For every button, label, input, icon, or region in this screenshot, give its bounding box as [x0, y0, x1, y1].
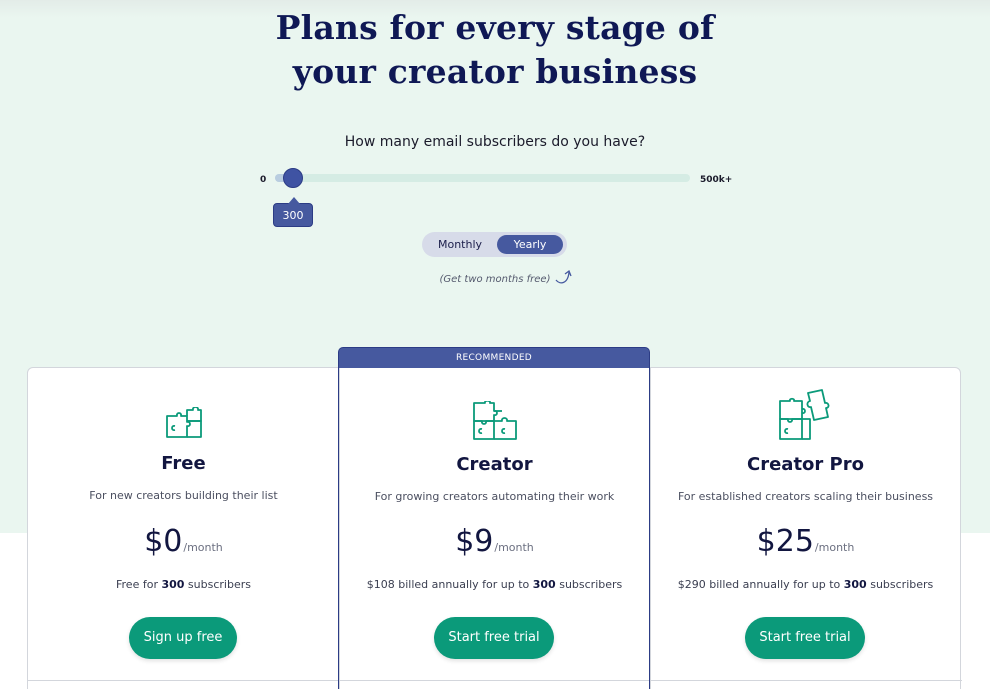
puzzle-piece-icon [165, 407, 202, 438]
plan-name: Creator [456, 454, 533, 475]
billing-note-text: subscribers [866, 578, 934, 591]
puzzle-pieces-icon [472, 401, 517, 440]
billing-note-text: $290 billed annually for up to [677, 578, 844, 591]
curved-arrow-icon [555, 269, 572, 284]
subscriber-slider-handle[interactable] [283, 168, 303, 188]
yearly-promo-text: (Get two months free) [439, 274, 551, 285]
plan-name: Creator Pro [747, 454, 864, 475]
price-period: /month [494, 541, 534, 554]
slider-max-label: 500k+ [700, 175, 733, 185]
price-amount: $25 [756, 524, 814, 559]
price-period: /month [814, 541, 855, 554]
creator-pro-start-free-trial-button[interactable]: Start free trial [745, 617, 865, 659]
plan-billing-note: $290 billed annually for up to 300 subsc… [650, 578, 961, 591]
plan-price: $0 /month [28, 524, 339, 559]
slider-min-label: 0 [260, 175, 267, 185]
subscriber-count: 300 [843, 578, 867, 591]
billing-note-text: Free for [116, 578, 162, 591]
plan-card-free: Free For new creators building their lis… [28, 367, 339, 687]
billing-note-text: $108 billed annually for up to [366, 578, 533, 591]
plan-billing-note: $108 billed annually for up to 300 subsc… [339, 578, 650, 591]
subscriber-question: How many email subscribers do you have? [344, 134, 646, 150]
plan-description: For new creators building their list [89, 489, 278, 502]
plan-name: Free [161, 453, 206, 474]
page-title-line-1: Plans for every stage of [275, 8, 715, 47]
subscriber-count: 300 [532, 578, 556, 591]
billing-yearly-option[interactable]: Yearly [497, 235, 563, 254]
puzzle-set-icon [778, 389, 829, 440]
page-title-line-2: your creator business [292, 52, 698, 91]
page-title: Plans for every stage of your creator bu… [0, 6, 990, 94]
price-amount: $0 [144, 524, 183, 559]
slider-value-bubble: 300 [273, 197, 313, 227]
billing-note-text: subscribers [184, 578, 251, 591]
billing-period-toggle[interactable]: Monthly Yearly [422, 232, 567, 257]
plan-description: For growing creators automating their wo… [374, 490, 615, 503]
subscriber-slider-track[interactable] [275, 174, 690, 182]
recommended-badge: RECOMMENDED [338, 347, 650, 368]
price-period: /month [183, 541, 223, 554]
plan-billing-note: Free for 300 subscribers [28, 578, 339, 591]
billing-monthly-option[interactable]: Monthly [426, 235, 494, 254]
sign-up-free-button[interactable]: Sign up free [129, 617, 237, 659]
creator-start-free-trial-button[interactable]: Start free trial [434, 617, 554, 659]
billing-note-text: subscribers [555, 578, 623, 591]
plan-description: For established creators scaling their b… [677, 490, 934, 503]
plan-card-creator-pro: Creator Pro For established creators sca… [650, 367, 961, 687]
plan-price: $25 /month [650, 524, 961, 559]
subscriber-count: 300 [161, 578, 185, 591]
plan-card-creator: Creator For growing creators automating … [339, 367, 650, 687]
price-amount: $9 [455, 524, 494, 559]
plan-price: $9 /month [339, 524, 650, 559]
